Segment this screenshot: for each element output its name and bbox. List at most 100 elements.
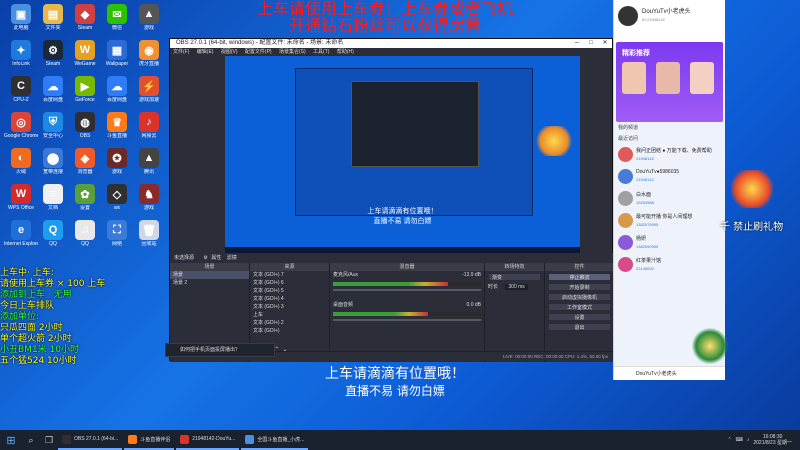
desktop-icon[interactable]: ⬤ 宽带连接 bbox=[36, 148, 70, 175]
desktop-icon[interactable]: ◐ 火绒 bbox=[4, 148, 38, 175]
desktop-icon[interactable]: ⛨ 安全中心 bbox=[36, 112, 70, 139]
desktop-icon[interactable]: ▲ 腾讯 bbox=[132, 148, 166, 175]
source-item[interactable]: 文本 (GDI+) 3 bbox=[250, 303, 329, 311]
app-icon: ◇ bbox=[107, 184, 127, 204]
desktop-icon[interactable]: ◎ Google Chrome bbox=[4, 112, 38, 139]
menu-file[interactable]: 文件(F) bbox=[173, 49, 189, 55]
exit-button[interactable]: 退出 bbox=[548, 323, 611, 331]
taskbar-task[interactable]: 斗鱼直播伴侣 bbox=[124, 430, 175, 450]
desktop-icon[interactable]: ◇ wx bbox=[100, 184, 134, 211]
taskbar-task-label: 全国斗鱼直播_小虎... bbox=[257, 436, 305, 443]
start-recording-button[interactable]: 开始录制 bbox=[548, 283, 611, 291]
desktop-icon[interactable]: ▦ Wallpaper bbox=[100, 40, 134, 67]
network-icon[interactable]: ⌨ bbox=[736, 437, 743, 443]
desktop-icon[interactable]: W WPS Office bbox=[4, 184, 38, 211]
duration-field[interactable]: 300 ms bbox=[505, 284, 528, 290]
menu-scene-collection[interactable]: 场景集合(S) bbox=[279, 49, 306, 55]
source-item[interactable]: 文本 (GDI+) 7 bbox=[250, 271, 329, 279]
source-item[interactable]: 文本 (GDI+) 5 bbox=[250, 287, 329, 295]
source-item[interactable]: 文本 (GDI+) 2 bbox=[250, 319, 329, 327]
source-item[interactable]: 上车 bbox=[250, 311, 329, 319]
menu-view[interactable]: 视图(V) bbox=[221, 49, 238, 55]
desktop-icon[interactable]: ♛ 斗鱼直播 bbox=[100, 112, 134, 139]
desktop-icon[interactable]: 🗑 回收站 bbox=[132, 220, 166, 247]
desktop-icon[interactable]: ♞ 游戏 bbox=[132, 184, 166, 211]
taskbar-task[interactable]: 21948142-DouYu... bbox=[176, 430, 240, 450]
desktop-icon[interactable]: ◉ 虎牙直播 bbox=[132, 40, 166, 67]
desktop-icon[interactable]: ◍ OBS bbox=[68, 112, 102, 139]
close-icon[interactable]: ✕ bbox=[598, 39, 612, 48]
desktop-icon[interactable]: ◈ 浏览器 bbox=[68, 148, 102, 175]
obs-window[interactable]: OBS 27.0.1 (64-bit, windows) - 配置文件: 未命名… bbox=[169, 38, 614, 362]
taskbar-task[interactable]: 全国斗鱼直播_小虎... bbox=[241, 430, 309, 450]
audio-mixer-dock: 混音器 麦克风/Aux -13.9 dB 桌面音频 0.0 dB bbox=[330, 263, 485, 362]
stop-streaming-button[interactable]: 停止推流 bbox=[548, 273, 611, 281]
desktop-icon[interactable]: Q QQ bbox=[36, 220, 70, 247]
recommend-banner[interactable]: 精彩推荐 bbox=[616, 42, 723, 122]
desktop-icon[interactable]: ▣ 此电脑 bbox=[4, 4, 38, 31]
volume-icon[interactable]: ♪ bbox=[747, 437, 750, 443]
scene-item[interactable]: 场景 2 bbox=[170, 279, 249, 287]
source-item[interactable]: 文本 (GDI+) 6 bbox=[250, 279, 329, 287]
channel-list-item[interactable]: DouYuTv●5986035 21948142 bbox=[614, 166, 725, 188]
chevron-up-icon[interactable]: ⌃ bbox=[727, 437, 731, 443]
desktop-icon[interactable]: ☁ 百度网盘 bbox=[100, 76, 134, 103]
menu-edit[interactable]: 编辑(E) bbox=[197, 49, 214, 55]
settings-button[interactable]: 设置 bbox=[548, 313, 611, 321]
desktop-icon[interactable]: ✦ InfoLink bbox=[4, 40, 38, 67]
streamer-thumbnail[interactable] bbox=[622, 62, 646, 94]
obs-titlebar[interactable]: OBS 27.0.1 (64-bit, windows) - 配置文件: 未命名… bbox=[170, 39, 612, 48]
app-icon: ▣ bbox=[11, 4, 31, 24]
desktop-icon-label: 安全中心 bbox=[42, 133, 63, 139]
channel-list-item[interactable]: 红茶果汁馆 22148092 bbox=[614, 254, 725, 276]
volume-slider[interactable] bbox=[333, 289, 481, 291]
search-icon[interactable]: ⌕ bbox=[22, 430, 40, 450]
desktop-icon[interactable]: ✉ 微信 bbox=[100, 4, 134, 31]
channel-list-item[interactable]: 白水面 10253988 bbox=[614, 188, 725, 210]
scene-item[interactable]: 场景 bbox=[170, 271, 249, 279]
filters-button[interactable]: 滤镜 bbox=[227, 255, 237, 261]
notification-popup[interactable]: 如何把手机页面投屏播出？ bbox=[165, 343, 275, 357]
desktop-icon[interactable]: ▶ GeForce bbox=[68, 76, 102, 103]
desktop-icon[interactable]: e Internet Explorer bbox=[4, 220, 38, 247]
menu-help[interactable]: 帮助(H) bbox=[337, 49, 354, 55]
desktop-icon[interactable]: ▤ 文件夹 bbox=[36, 4, 70, 31]
desktop-icon[interactable]: ▲ 游戏 bbox=[132, 4, 166, 31]
desktop-icon[interactable]: ⛶ 网络 bbox=[100, 220, 134, 247]
desktop-icon[interactable]: ⚙ Steam bbox=[36, 40, 70, 67]
channel-list-item[interactable]: 杨妍 1382590950 bbox=[614, 232, 725, 254]
maximize-icon[interactable]: □ bbox=[584, 39, 598, 48]
desktop-icon[interactable]: ⚡ 游戏加速 bbox=[132, 76, 166, 103]
studio-mode-button[interactable]: 工作室模式 bbox=[548, 303, 611, 311]
desktop-icon[interactable]: ✿ 设置 bbox=[68, 184, 102, 211]
menu-tools[interactable]: 工具(T) bbox=[313, 49, 329, 55]
properties-button[interactable]: 属性 bbox=[211, 255, 221, 261]
gear-icon[interactable]: ⚙ bbox=[203, 255, 207, 261]
desktop-icon[interactable]: W WeGame bbox=[68, 40, 102, 67]
channel-list-item[interactable]: 我问正团结 ● 万能下载、免费帮助 21948142 bbox=[614, 144, 725, 166]
avatar[interactable] bbox=[618, 6, 638, 26]
desktop-icon[interactable]: ♪ 网易云 bbox=[132, 112, 166, 139]
start-virtual-camera-button[interactable]: 启动虚拟摄像机 bbox=[548, 293, 611, 301]
start-icon[interactable]: ⊞ bbox=[0, 430, 22, 450]
douyu-panel[interactable]: DouYuTv小老虎头 ID:21948142 精彩推荐 我的频道 最近访问 我… bbox=[613, 0, 725, 380]
source-item[interactable]: 文本 (GDI+) bbox=[250, 327, 329, 335]
desktop-icon[interactable]: C CPU-Z bbox=[4, 76, 38, 103]
clock[interactable]: 16:08:30 2021/8/23 星期一 bbox=[753, 434, 792, 446]
obs-preview[interactable]: 上车请滴滴有位置哦！ 直播不易 请勿白嫖 bbox=[225, 56, 580, 253]
channel-list-item[interactable]: 最可能开播 你是人间理想 1382579095 bbox=[614, 210, 725, 232]
desktop-icon[interactable]: ◆ Steam bbox=[68, 4, 102, 31]
taskbar-task[interactable]: OBS 27.0.1 (64-bi... bbox=[58, 430, 123, 450]
task-view-icon[interactable]: ❐ bbox=[40, 430, 58, 450]
transition-select[interactable]: 渐变 bbox=[488, 273, 541, 281]
source-item[interactable]: 文本 (GDI+) 4 bbox=[250, 295, 329, 303]
streamer-thumbnail[interactable] bbox=[656, 62, 680, 94]
desktop-icon[interactable]: ≡ 文档 bbox=[36, 184, 70, 211]
volume-slider[interactable] bbox=[333, 319, 481, 321]
desktop-icon[interactable]: ☁ 百度网盘 bbox=[36, 76, 70, 103]
menu-profile[interactable]: 配置文件(P) bbox=[245, 49, 272, 55]
minimize-icon[interactable]: ─ bbox=[570, 39, 584, 48]
desktop-icon[interactable]: ♫ QQ bbox=[68, 220, 102, 247]
streamer-thumbnail[interactable] bbox=[690, 62, 714, 94]
desktop-icon[interactable]: ✪ 游戏 bbox=[100, 148, 134, 175]
